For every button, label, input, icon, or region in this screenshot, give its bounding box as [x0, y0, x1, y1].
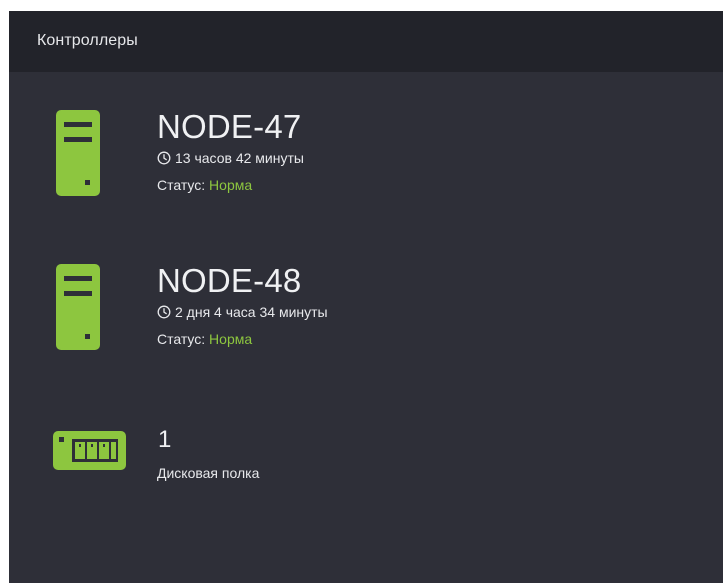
status-label: Статус: [157, 177, 206, 193]
server-tower-icon [56, 264, 100, 350]
controller-name: NODE-48 [157, 262, 302, 299]
status-row: Статус: Норма [157, 177, 252, 193]
panel-header: Контроллеры [9, 11, 723, 72]
uptime-row: 2 дня 4 часа 34 минуты [157, 304, 328, 320]
controller-item-node-47[interactable]: NODE-47 13 часов 42 минуты Статус: Норма [9, 107, 723, 207]
status-value: Норма [209, 177, 253, 193]
uptime-text: 13 часов 42 минуты [175, 150, 304, 166]
disk-shelf-item[interactable]: 1 Дисковая полка [9, 421, 723, 491]
controller-name: NODE-47 [157, 108, 302, 145]
disk-shelf-label: Дисковая полка [157, 465, 260, 481]
controller-item-node-48[interactable]: NODE-48 2 дня 4 часа 34 минуты Статус: Н… [9, 261, 723, 361]
clock-icon [157, 151, 171, 165]
controllers-panel: Контроллеры NODE-47 13 часов 42 минуты С… [9, 11, 723, 583]
uptime-row: 13 часов 42 минуты [157, 150, 304, 166]
server-tower-icon [56, 110, 100, 196]
status-row: Статус: Норма [157, 331, 252, 347]
disk-shelf-count: 1 [158, 426, 172, 453]
clock-icon [157, 305, 171, 319]
status-value: Норма [209, 331, 253, 347]
uptime-text: 2 дня 4 часа 34 минуты [175, 304, 328, 320]
status-label: Статус: [157, 331, 206, 347]
panel-title: Контроллеры [37, 32, 138, 49]
disk-shelf-icon [53, 431, 126, 470]
